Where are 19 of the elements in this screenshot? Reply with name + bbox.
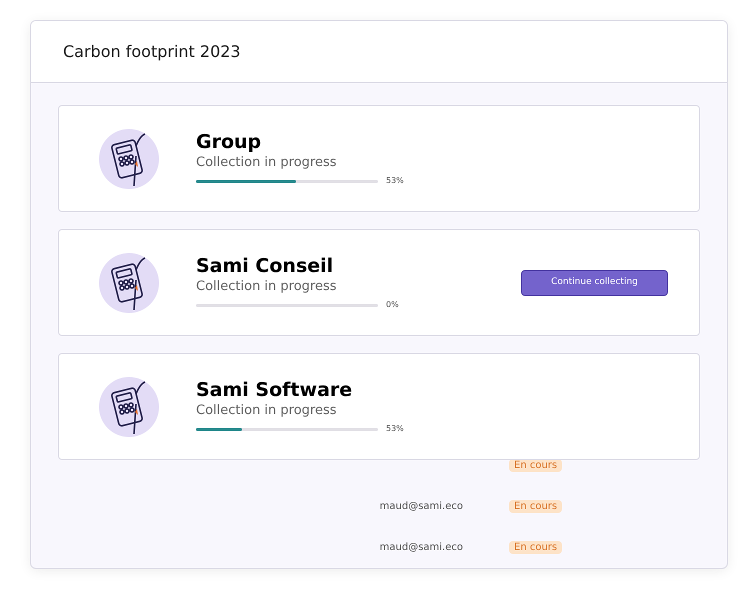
email-text: maud@sami.eco bbox=[378, 541, 463, 555]
entity-name: Sami Conseil bbox=[196, 254, 334, 278]
entity-status: Collection in progress bbox=[196, 278, 338, 296]
status-badge: En cours bbox=[509, 500, 562, 513]
entity-status: Collection in progress bbox=[196, 154, 338, 172]
entity-status: Collection in progress bbox=[196, 402, 338, 420]
calculator-icon bbox=[98, 252, 160, 314]
status-badge: En cours bbox=[509, 459, 562, 472]
progress-percent: 0% bbox=[386, 299, 399, 311]
progress-percent: 53% bbox=[386, 175, 404, 187]
panel-title: Carbon footprint 2023 bbox=[63, 40, 241, 62]
continue-button[interactable]: Continue collecting bbox=[521, 270, 668, 296]
calculator-icon bbox=[98, 128, 160, 190]
entity-name: Sami Software bbox=[196, 378, 354, 402]
progress-percent: 53% bbox=[386, 423, 404, 435]
calculator-icon bbox=[98, 376, 160, 438]
email-text: maud@sami.eco bbox=[378, 500, 463, 514]
entity-name: Group bbox=[196, 130, 262, 154]
status-badge: En cours bbox=[509, 541, 562, 554]
